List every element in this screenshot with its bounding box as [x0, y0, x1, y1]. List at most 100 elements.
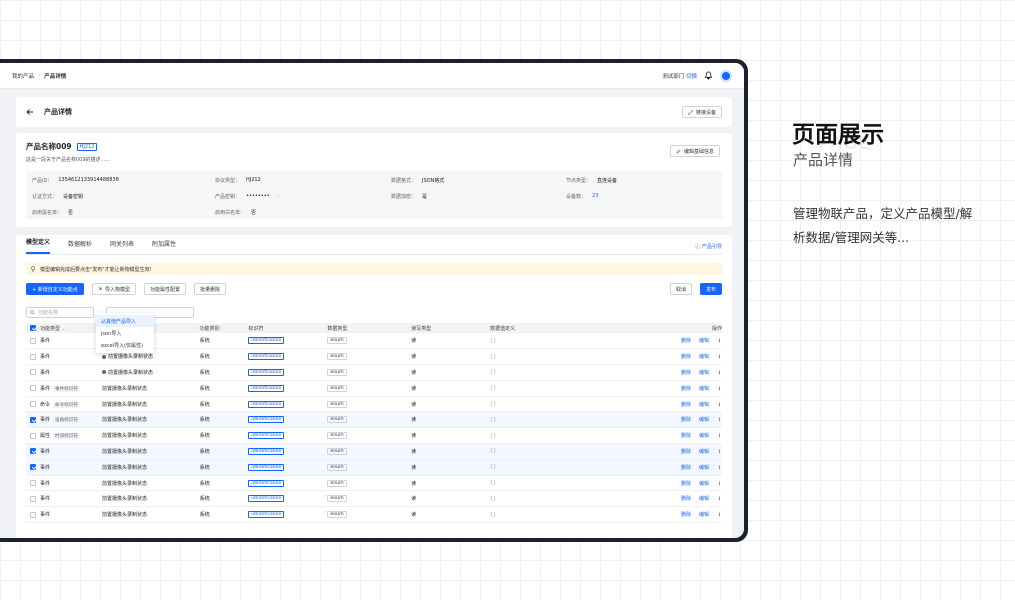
- value-def-icon[interactable]: {}: [490, 480, 496, 486]
- value-def-icon[interactable]: {}: [490, 354, 496, 360]
- tab-2[interactable]: 网关列表: [110, 239, 134, 254]
- breadcrumb-my-products[interactable]: 我的产品: [12, 72, 34, 80]
- link-device-button[interactable]: 链接设备: [681, 106, 722, 118]
- value-def-icon[interactable]: {}: [490, 496, 496, 502]
- edit-link[interactable]: 编辑: [699, 370, 709, 376]
- table-row[interactable]: 事件 前置摄像头录制状态 系统identification enum 读{} 删除 编辑 ⋮: [26, 506, 722, 524]
- search-input[interactable]: 功能名称: [26, 307, 94, 318]
- row-checkbox[interactable]: [30, 416, 36, 423]
- edit-basic-info-button[interactable]: 编辑基础信息: [669, 145, 720, 157]
- more-icon[interactable]: ⋮: [717, 370, 722, 376]
- edit-link[interactable]: 编辑: [699, 481, 709, 487]
- edit-link[interactable]: 编辑: [699, 386, 709, 392]
- delete-link[interactable]: 删除: [681, 402, 691, 408]
- value-def-icon[interactable]: {}: [490, 512, 496, 518]
- edit-link[interactable]: 编辑: [699, 496, 709, 502]
- delete-link[interactable]: 删除: [681, 512, 691, 518]
- more-icon[interactable]: ⋮: [717, 465, 722, 471]
- edit-link[interactable]: 编辑: [699, 512, 709, 518]
- add-custom-function-button[interactable]: + 新增自定义功能点: [26, 283, 84, 295]
- more-icon[interactable]: ⋮: [717, 354, 722, 360]
- delete-link[interactable]: 删除: [681, 386, 691, 392]
- value-def-icon[interactable]: {}: [490, 433, 496, 439]
- import-menu-item[interactable]: 从其他产品导入: [96, 315, 154, 327]
- switch-department-link[interactable]: 切换: [686, 74, 697, 80]
- bell-icon[interactable]: [704, 71, 713, 80]
- tab-1[interactable]: 数据解析: [68, 239, 92, 254]
- select-all-checkbox[interactable]: [30, 325, 36, 331]
- more-icon[interactable]: ⋮: [717, 386, 722, 392]
- table-row[interactable]: 事件 前置摄像头录制状态 系统identification enum 读{} 删除 编辑 ⋮: [26, 364, 722, 381]
- edit-link[interactable]: 编辑: [699, 417, 709, 423]
- publish-button[interactable]: 发布: [699, 283, 722, 295]
- delete-link[interactable]: 删除: [681, 496, 691, 502]
- tab-3[interactable]: 附加属性: [152, 239, 176, 254]
- row-checkbox[interactable]: [30, 511, 36, 518]
- row-checkbox[interactable]: [30, 432, 36, 439]
- batch-delete-button[interactable]: 批量删除: [194, 283, 227, 295]
- import-menu-item[interactable]: json导入: [96, 327, 154, 339]
- table-row[interactable]: 属性 时间标识符 前置摄像头录制状态 系统 identification enum 读{} 删…: [26, 427, 722, 445]
- import-menu-item[interactable]: excel导入(仅属性): [96, 339, 154, 351]
- table-row[interactable]: 事件 事件标识符 前置摄像头录制状态 系统 identification enum 读{} 删…: [26, 380, 722, 397]
- row-checkbox[interactable]: [30, 385, 36, 392]
- delete-link[interactable]: 删除: [681, 465, 691, 471]
- product-fields: 产品ID： 1354612133914488838 协议类型： HJ212 数据格式： J…: [26, 171, 722, 219]
- delete-link[interactable]: 删除: [681, 417, 691, 423]
- value-def-icon[interactable]: {}: [490, 401, 496, 407]
- row-checkbox[interactable]: [30, 353, 36, 360]
- value-def-icon[interactable]: {}: [490, 385, 496, 391]
- value-def-icon[interactable]: {}: [490, 448, 496, 454]
- delete-link[interactable]: 删除: [681, 433, 691, 439]
- row-checkbox[interactable]: [30, 495, 36, 502]
- more-icon[interactable]: ⋮: [717, 402, 722, 408]
- edit-link[interactable]: 编辑: [699, 465, 709, 471]
- more-icon[interactable]: ⋮: [717, 417, 722, 423]
- edit-link[interactable]: 编辑: [699, 433, 709, 439]
- edit-link[interactable]: 编辑: [699, 354, 709, 360]
- function-config-button[interactable]: 功能属性配置: [144, 283, 187, 295]
- row-checkbox[interactable]: [30, 464, 36, 471]
- more-icon[interactable]: ⋮: [717, 481, 722, 487]
- table-row[interactable]: 事件 前置摄像头录制状态 系统identification enum 读{} 删除 编辑 ⋮: [26, 459, 722, 476]
- avatar[interactable]: [720, 69, 732, 82]
- table-row[interactable]: 事件 前置摄像头录制状态 系统identification enum 读{} 删除 编辑 ⋮: [26, 490, 722, 508]
- more-icon[interactable]: ⋮: [717, 449, 722, 455]
- more-icon[interactable]: ⋮: [717, 338, 722, 344]
- row-checkbox[interactable]: [30, 401, 36, 408]
- cell-name: 前置摄像头录制状态: [98, 443, 196, 460]
- row-checkbox[interactable]: [30, 480, 36, 487]
- value-def-icon[interactable]: {}: [490, 417, 496, 423]
- row-checkbox[interactable]: [30, 448, 36, 455]
- product-guide-link[interactable]: ⓘ 产品引导: [695, 243, 722, 250]
- cancel-button[interactable]: 取消: [669, 283, 692, 295]
- edit-link[interactable]: 编辑: [699, 449, 709, 455]
- edit-link[interactable]: 编辑: [699, 338, 709, 344]
- table-row[interactable]: 事件 前置摄像头录制状态 系统identification enum 读{} 删除 编辑 ⋮: [26, 443, 722, 460]
- table-row[interactable]: 命令 命令标识符 前置摄像头录制状态 系统 identification enum 读{} 删…: [26, 396, 722, 413]
- value-def-icon[interactable]: {}: [490, 338, 496, 344]
- delete-link[interactable]: 删除: [681, 449, 691, 455]
- delete-link[interactable]: 删除: [681, 338, 691, 344]
- row-checkbox[interactable]: [30, 369, 36, 376]
- more-icon[interactable]: ⋮: [717, 496, 722, 502]
- eye-icon[interactable]: ◌: [276, 193, 280, 200]
- cell-name: 前置摄像头录制状态: [98, 506, 196, 524]
- more-icon[interactable]: ⋮: [717, 433, 722, 439]
- row-checkbox[interactable]: [30, 337, 36, 344]
- table-row[interactable]: 事件 前置摄像头录制状态 系统identification enum 读{} 删除 编辑 ⋮: [26, 475, 722, 492]
- value-def-icon[interactable]: {}: [490, 369, 496, 375]
- delete-link[interactable]: 删除: [681, 370, 691, 376]
- back-arrow-icon[interactable]: [26, 108, 34, 116]
- value-def-icon[interactable]: {}: [490, 464, 496, 470]
- table-row[interactable]: 事件 设备标识符 前置摄像头录制状态 系统 identification enum 读{} 删…: [26, 411, 722, 429]
- cell-data-type: enum: [323, 396, 408, 413]
- sort-icon[interactable]: ⌄: [60, 326, 66, 332]
- tab-0[interactable]: 模型定义: [26, 237, 51, 254]
- data-type-tag: enum: [327, 400, 347, 408]
- import-model-button[interactable]: ⇲ 导入物模型: [91, 283, 136, 295]
- edit-link[interactable]: 编辑: [699, 402, 709, 408]
- delete-link[interactable]: 删除: [681, 481, 691, 487]
- more-icon[interactable]: ⋮: [717, 512, 722, 518]
- delete-link[interactable]: 删除: [681, 354, 691, 360]
